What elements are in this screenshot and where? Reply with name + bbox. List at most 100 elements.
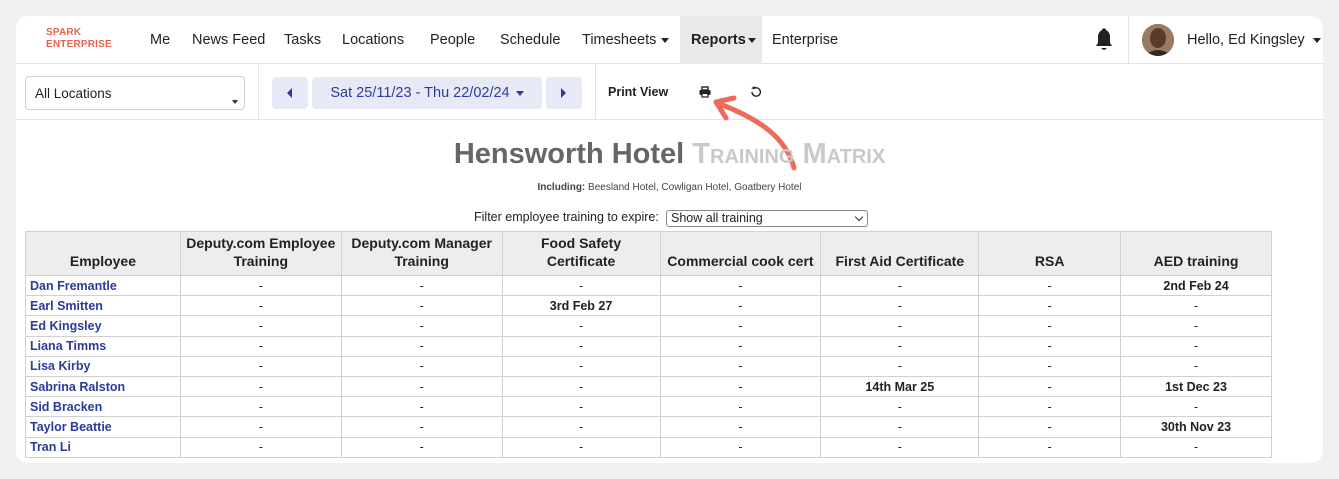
training-expiry-cell: - <box>501 315 661 337</box>
training-expiry-cell: - <box>659 355 822 377</box>
prev-arrow-icon <box>287 88 292 98</box>
including-label: Including: <box>537 182 586 193</box>
training-expiry-cell: - <box>1120 396 1272 418</box>
location-select[interactable]: All Locations <box>25 76 245 110</box>
training-expiry-cell: 14th Mar 25 <box>820 375 980 398</box>
nav-timesheets-label: Timesheets <box>582 32 657 48</box>
training-expiry-cell: - <box>659 375 822 398</box>
employee-name-link[interactable]: Ed Kingsley <box>25 315 181 337</box>
training-expiry-cell: - <box>501 375 661 398</box>
bell-icon[interactable] <box>1094 28 1114 52</box>
training-expiry-cell: - <box>179 335 342 357</box>
nav-reports-label: Reports <box>691 32 746 48</box>
nav-reports[interactable]: Reports <box>680 16 762 64</box>
training-expiry-cell: - <box>820 436 980 458</box>
training-expiry-cell: - <box>179 355 342 377</box>
nav-news-feed[interactable]: News Feed <box>192 16 265 64</box>
nav-me[interactable]: Me <box>150 16 170 64</box>
training-expiry-cell: - <box>659 436 822 458</box>
training-expiry-cell: 1st Dec 23 <box>1120 375 1272 398</box>
nav-locations[interactable]: Locations <box>342 16 404 64</box>
training-expiry-cell: - <box>978 335 1122 357</box>
column-header: AED training <box>1120 231 1272 276</box>
training-expiry-cell: - <box>978 416 1122 438</box>
training-expiry-cell: - <box>978 355 1122 377</box>
user-greeting: Hello, Ed Kingsley <box>1187 32 1305 48</box>
date-range-button[interactable]: Sat 25/11/23 - Thu 22/02/24 <box>312 77 542 109</box>
employee-name-link[interactable]: Liana Timms <box>25 335 181 357</box>
employee-name-link[interactable]: Earl Smitten <box>25 295 181 317</box>
training-expiry-cell: - <box>340 315 503 337</box>
report-title-sub: Training Matrix <box>692 138 886 170</box>
user-menu[interactable]: Hello, Ed Kingsley <box>1187 16 1321 64</box>
training-expiry-cell: - <box>659 396 822 418</box>
training-expiry-cell: - <box>340 335 503 357</box>
report-title-main: Hensworth Hotel <box>453 138 685 170</box>
report-toolbar: All Locations Sat 25/11/23 - Thu 22/02/2… <box>16 64 1323 120</box>
employee-name-link[interactable]: Sid Bracken <box>25 396 181 418</box>
table-row: Tran Li - - - - - - - <box>25 436 1272 458</box>
training-filter-select[interactable]: Show all training <box>666 210 868 227</box>
training-matrix-table: Employee Deputy.com Employee Training De… <box>25 231 1272 458</box>
toolbar-divider <box>595 64 596 120</box>
nav-schedule[interactable]: Schedule <box>500 16 560 64</box>
table-row: Sabrina Ralston - - - -14th Mar 25-1st Dec 2… <box>25 375 1272 398</box>
training-expiry-cell: - <box>820 416 980 438</box>
column-header: Food Safety Certificate <box>501 231 661 276</box>
column-header: Employee <box>25 231 181 276</box>
including-value: Beesland Hotel, Cowligan Hotel, Goatbery… <box>588 182 802 193</box>
nav-people[interactable]: People <box>430 16 475 64</box>
employee-name-link[interactable]: Tran Li <box>25 436 181 458</box>
training-expiry-cell: - <box>1120 335 1272 357</box>
print-view-label: Print View <box>608 85 669 99</box>
dropdown-icon <box>232 100 238 104</box>
nav-tasks[interactable]: Tasks <box>284 16 321 64</box>
top-nav: SPARK ENTERPRISE Me News Feed Tasks Loca… <box>16 16 1323 64</box>
next-period-button[interactable] <box>546 77 582 109</box>
caret-down-icon <box>515 90 524 96</box>
training-expiry-cell: - <box>501 274 661 297</box>
user-avatar[interactable] <box>1142 24 1174 56</box>
training-expiry-cell: - <box>820 396 980 418</box>
training-expiry-cell: - <box>179 416 342 438</box>
training-expiry-cell: - <box>179 315 342 337</box>
training-expiry-cell: - <box>659 274 822 297</box>
table-row: Dan Fremantle - - - - - -2nd Feb 24 <box>25 274 1272 297</box>
training-expiry-cell: - <box>1120 436 1272 458</box>
training-expiry-cell: - <box>179 295 342 317</box>
training-expiry-cell: - <box>340 396 503 418</box>
caret-down-icon <box>1312 37 1321 43</box>
employee-name-link[interactable]: Taylor Beattie <box>25 416 181 438</box>
training-expiry-cell: - <box>978 274 1122 297</box>
training-expiry-cell: - <box>1120 295 1272 317</box>
column-header: Deputy.com Employee Training <box>179 231 342 276</box>
training-expiry-cell: - <box>501 436 661 458</box>
training-expiry-cell: - <box>179 396 342 418</box>
employee-name-link[interactable]: Lisa Kirby <box>25 355 181 377</box>
nav-divider <box>1128 16 1129 64</box>
logo-line1: SPARK <box>46 27 82 38</box>
employee-name-link[interactable]: Sabrina Ralston <box>25 375 181 398</box>
employee-name-link[interactable]: Dan Fremantle <box>25 274 181 297</box>
training-expiry-cell: - <box>659 335 822 357</box>
training-expiry-cell: - <box>340 436 503 458</box>
nav-enterprise[interactable]: Enterprise <box>772 16 838 64</box>
prev-period-button[interactable] <box>272 77 308 109</box>
training-expiry-cell: - <box>340 375 503 398</box>
training-expiry-cell: - <box>820 274 980 297</box>
training-expiry-cell: - <box>179 274 342 297</box>
caret-down-icon <box>747 37 756 43</box>
training-expiry-cell: - <box>179 375 342 398</box>
training-expiry-cell: - <box>820 295 980 317</box>
logo[interactable]: SPARK ENTERPRISE <box>46 27 112 51</box>
nav-timesheets[interactable]: Timesheets <box>582 16 670 64</box>
table-row: Liana Timms - - - - - - - <box>25 335 1272 357</box>
training-expiry-cell: - <box>820 335 980 357</box>
table-row: Taylor Beattie - - - - - -30th Nov 23 <box>25 416 1272 438</box>
training-filter-value: Show all training <box>671 211 763 225</box>
logo-line2: ENTERPRISE <box>46 39 112 50</box>
training-expiry-cell: 3rd Feb 27 <box>501 295 661 317</box>
training-expiry-cell: 2nd Feb 24 <box>1120 274 1272 297</box>
training-expiry-cell: - <box>1120 355 1272 377</box>
training-expiry-cell: - <box>1120 315 1272 337</box>
